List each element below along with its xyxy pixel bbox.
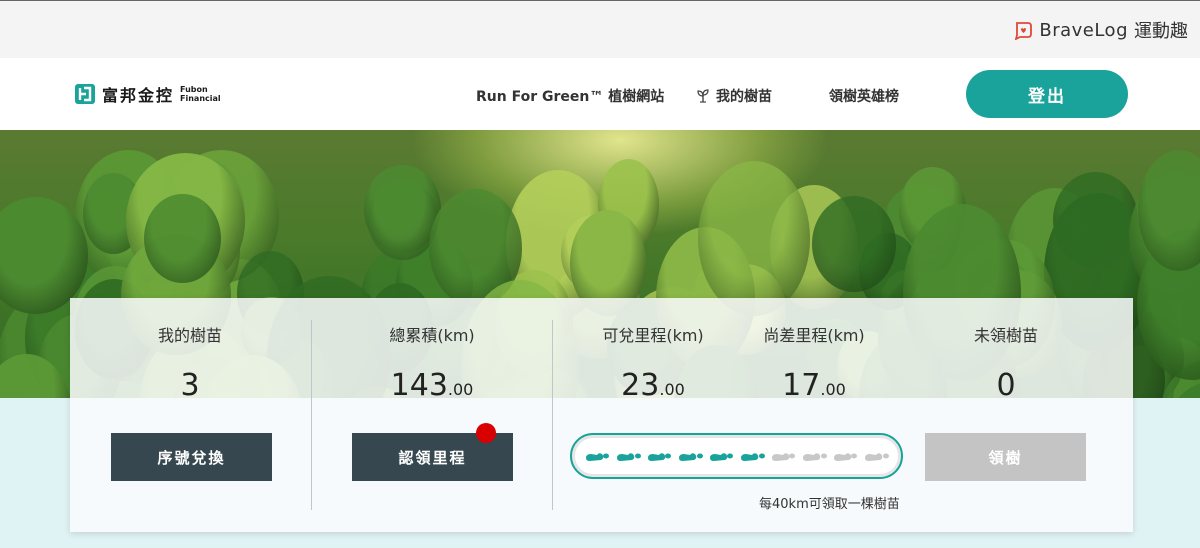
logout-button[interactable]: 登出 [966, 70, 1128, 118]
serial-redeem-button[interactable]: 序號兌換 [111, 433, 272, 481]
nav-my-seedlings-label: 我的樹苗 [716, 89, 772, 105]
bravelog-brand[interactable]: BraveLog 運動趣 [1013, 17, 1188, 43]
footstep-icon [802, 453, 827, 461]
bravelog-logo-icon [1015, 22, 1033, 40]
footstep-icon [833, 453, 857, 461]
footstep-icon [585, 453, 609, 461]
nav-leaderboard[interactable]: 領樹英雄榜 [829, 86, 899, 106]
my-seedlings-value: 3 [180, 368, 200, 403]
nav-my-seedlings[interactable]: 我的樹苗 [696, 86, 772, 106]
tree-canopy [144, 193, 222, 284]
total-distance-label: 總累積(km) [389, 326, 475, 345]
footstep-icon [678, 453, 703, 461]
remaining-distance-value: 17.00 [782, 368, 846, 403]
nav-run-for-green-label: Run For Green™ 植樹網站 [476, 89, 665, 105]
my-seedlings-label: 我的樹苗 [157, 326, 222, 345]
nav-run-for-green[interactable]: Run For Green™ 植樹網站 [476, 86, 664, 106]
footstep-icon [616, 453, 641, 461]
footstep-icon [740, 453, 765, 461]
redeemable-distance-label: 可兌里程(km) [602, 326, 704, 345]
bravelog-name: BraveLog [1039, 19, 1128, 41]
notification-dot [476, 423, 496, 443]
stats-card: 我的樹苗 3 序號兌換 總累積(km) 143.00 認領里程 可兌里程(km)… [70, 298, 1133, 532]
fubon-name-cn: 富邦金控 [102, 86, 175, 105]
tree-canopy [812, 195, 896, 292]
redeemable-distance-value: 23.00 [621, 368, 685, 403]
claim-tree-button[interactable]: 領樹 [925, 433, 1086, 481]
fubon-logo-icon [75, 84, 95, 104]
total-distance-value: 143.00 [390, 368, 474, 403]
divider [311, 320, 312, 510]
unclaimed-seedlings-value: 0 [996, 368, 1016, 403]
tree-canopy [697, 161, 811, 316]
fubon-logo[interactable]: 富邦金控 Fubon Financial [74, 82, 221, 106]
footsteps-progress-bar [570, 433, 903, 479]
progress-note: 每40km可領取一棵樹苗 [759, 497, 900, 512]
sprout-icon [697, 89, 709, 103]
remaining-distance-label: 尚差里程(km) [763, 326, 865, 345]
bravelog-cn-name: 運動趣 [1134, 21, 1188, 42]
footstep-icon [864, 453, 889, 461]
nav-leaderboard-label: 領樹英雄榜 [829, 89, 899, 105]
footstep-icon [771, 453, 795, 461]
top-bar: BraveLog 運動趣 [0, 0, 1200, 58]
divider [552, 320, 553, 510]
unclaimed-seedlings-label: 未領樹苗 [973, 326, 1038, 345]
footstep-icon [709, 453, 733, 461]
tree-canopy [368, 179, 439, 261]
fubon-name-en: Fubon Financial [180, 85, 221, 103]
footstep-icon [647, 453, 671, 461]
main-header: 富邦金控 Fubon Financial Run For Green™ 植樹網站… [0, 58, 1200, 130]
